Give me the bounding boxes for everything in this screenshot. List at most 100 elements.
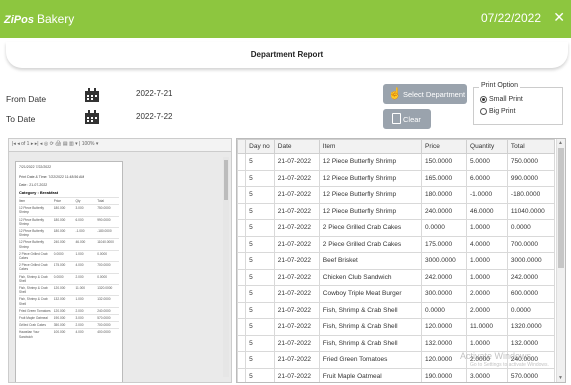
row-selector[interactable] [237,153,247,171]
to-calendar-icon[interactable] [84,110,100,125]
table-row[interactable]: 5 21-07-2022 Fruit Maple Oatmeal 190.0000 3.… [237,367,556,382]
cell-item: 12 Piece Butterfly Shrimp [318,153,423,171]
cell-quantity: 6.0000 [466,169,508,187]
cell-price: 0.0000 [421,301,468,319]
department-grid[interactable]: Day no Date Item Price Quantity Total 52… [236,138,566,383]
report-cell: Hawaiian Your Sandwich [19,330,40,339]
report-print-line: Print Date & Time: 7/22/2022 11:48:56 AM [19,175,85,179]
row-selector[interactable] [237,202,247,220]
report-cell: 350.000 [53,323,66,328]
cell-quantity: -1.0000 [466,186,508,204]
report-row: Grilled Crab Cakes 350.000 2.000 700.0000 [19,321,119,328]
clear-label: Clear [403,115,421,124]
report-row: 12 Piece Butterfly Shrimp 240.000 46.000 11… [19,238,119,249]
grid-scrollbar[interactable]: ▲ ▼ [556,139,565,382]
report-cell: Fried Green Tomatoes [19,308,51,313]
report-row: Fish, Shrimp & Crab Shell 0.0000 2.000 0.00… [19,272,119,284]
row-selector[interactable] [237,252,247,270]
cell-date: 21-07-2022 [273,235,320,253]
col-price[interactable]: Price [421,139,468,154]
row-selector[interactable] [237,334,247,352]
report-rows: 12 Piece Butterfly Shrimp 180.000 3.000 750… [19,204,119,340]
cell-price: 240.0000 [421,202,468,220]
from-date-value[interactable]: 2022-7-21 [136,89,172,98]
cell-item: 12 Piece Butterfly Shrimp [318,202,423,220]
cell-item: Fruit Maple Oatmeal [318,367,423,382]
row-selector[interactable] [237,235,247,253]
col-date[interactable]: Date [273,139,320,154]
scroll-thumb[interactable] [558,148,564,268]
table-row[interactable]: 5 21-07-2022 Fish, Shrimp & Crab Shell 132.… [237,334,556,352]
close-icon[interactable]: ✕ [553,9,565,26]
row-selector[interactable] [237,318,247,336]
row-selector[interactable] [237,219,247,237]
big-print-radio[interactable]: Big Print [480,108,515,115]
report-scrollbar[interactable] [223,157,229,377]
cell-total: 600.0000 [506,285,556,303]
report-cell: -1.000 [75,229,85,234]
cell-total: 1320.0000 [506,318,556,336]
report-cell: 12 Piece Butterfly Shrimp [19,229,44,238]
scroll-up-icon[interactable]: ▲ [558,140,563,146]
row-selector[interactable] [237,367,247,382]
col-day-no[interactable]: Day no [245,139,275,154]
report-cell: 132.0000 [97,297,111,302]
table-row[interactable]: 5 21-07-2022 12 Piece Butterfly Shrimp 180.… [237,186,556,204]
table-row[interactable]: 5 21-07-2022 12 Piece Butterfly Shrimp 150.… [237,153,556,171]
table-row[interactable]: 5 21-07-2022 Chicken Club Sandwich 242.0000… [237,268,556,286]
row-selector[interactable] [237,169,247,187]
col-total[interactable]: Total [506,139,556,154]
report-cell: 0.0000 [53,274,64,279]
row-selector[interactable] [237,301,247,319]
cell-total: -180.0000 [506,186,556,204]
row-selector[interactable] [237,285,247,303]
table-row[interactable]: 5 21-07-2022 Beef Brisket 3000.0000 1.0000 30… [237,252,556,270]
activate-windows-watermark: Activate Windows [460,351,532,361]
cell-day-no: 5 [245,367,275,382]
report-cell: 175.000 [53,263,66,268]
cell-total: 750.0000 [506,153,556,171]
to-date-value[interactable]: 2022-7-22 [136,112,172,121]
scroll-down-icon[interactable]: ▼ [558,375,563,381]
report-row: 12 Piece Butterfly Shrimp 180.000 6.000 990… [19,215,119,227]
cell-total: 700.0000 [506,235,556,253]
report-cell: 180.000 [53,217,66,222]
clear-button[interactable]: Clear [383,109,431,129]
cell-day-no: 5 [245,202,275,220]
report-preview-pane[interactable]: |◂ ◂ of 1 ▸ ▸| ◂ ◎ ⟳ 🖨 ▤ ▥ ▾ | 100% ▾ 7/… [8,138,232,383]
report-category: Category : Breakfast [19,190,59,195]
table-row[interactable]: 5 21-07-2022 Cowboy Triple Meat Burger 300.… [237,285,556,303]
table-row[interactable]: 5 21-07-2022 12 Piece Butterfly Shrimp 165.… [237,169,556,187]
to-date-label: To Date [6,114,36,124]
cell-item: Chicken Club Sandwich [318,268,423,286]
row-selector[interactable] [237,268,247,286]
table-row[interactable]: 5 21-07-2022 2 Piece Grilled Crab Cakes 0.0… [237,219,556,237]
table-row[interactable]: 5 21-07-2022 Fish, Shrimp & Crab Shell 0.00… [237,301,556,319]
select-department-button[interactable]: ☝ Select Department [383,84,467,104]
table-row[interactable]: 5 21-07-2022 2 Piece Grilled Crab Cakes 175… [237,235,556,253]
cell-price: 175.0000 [421,235,468,253]
col-item[interactable]: Item [318,139,423,154]
small-print-radio[interactable]: Small Print [480,96,523,103]
department-table: Day no Date Item Price Quantity Total 52… [237,139,556,382]
col-quantity[interactable]: Quantity [466,139,508,154]
report-cell: 180.000 [53,206,66,211]
cell-total: 990.0000 [506,169,556,187]
report-toolbar[interactable]: |◂ ◂ of 1 ▸ ▸| ◂ ◎ ⟳ 🖨 ▤ ▥ ▾ | 100% ▾ [9,139,231,152]
cell-date: 21-07-2022 [273,169,320,187]
report-cell: 3.000 [75,316,84,321]
from-calendar-icon[interactable] [84,88,100,103]
row-selector[interactable] [237,186,247,204]
activate-windows-hint: Go to Settings to activate Windows. [470,362,549,368]
report-cell: Fish, Shrimp & Crab Shell [19,286,48,295]
report-row: 2 Piece Grilled Crab Cakes 175.000 4.000 70… [19,261,119,272]
cell-date: 21-07-2022 [273,153,320,171]
report-cell: -180.0000 [97,229,112,234]
table-row[interactable]: 5 21-07-2022 12 Piece Butterfly Shrimp 240.… [237,202,556,220]
report-date-from: 7/21/2022 [19,165,35,169]
row-selector[interactable] [237,351,247,369]
report-cell: 120.000 [53,308,66,313]
cell-day-no: 5 [245,186,275,204]
report-cell: 120.000 [53,286,66,291]
table-row[interactable]: 5 21-07-2022 Fish, Shrimp & Crab Shell 120.… [237,318,556,336]
